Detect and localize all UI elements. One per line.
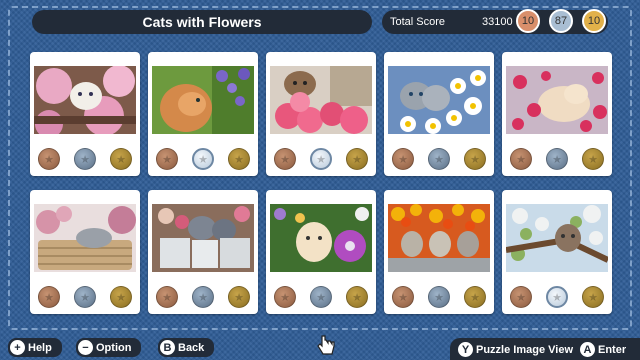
puzzle-card-7[interactable]: ★ ★ ★	[148, 190, 258, 314]
bronze-medal-count: 10	[516, 9, 540, 33]
gold-medal-count: 10	[582, 9, 606, 33]
bronze-medal-icon: ★	[392, 148, 414, 170]
minus-button-icon: −	[78, 340, 93, 355]
option-button[interactable]: − Option	[76, 338, 142, 357]
puzzle-image-1	[34, 66, 136, 134]
puzzle-card-10[interactable]: ★ ★ ★	[502, 190, 612, 314]
gold-medal-icon: ★	[582, 286, 604, 308]
a-button-icon: A	[580, 342, 595, 357]
puzzle-card-2[interactable]: ★ ★ ★	[148, 52, 258, 176]
bronze-medal-icon: ★	[38, 286, 60, 308]
back-label: Back	[178, 341, 205, 354]
bronze-medal-icon: ★	[510, 286, 532, 308]
silver-medal-earned-icon: ★	[310, 148, 332, 170]
puzzle-image-2	[152, 66, 254, 134]
puzzle-card-5[interactable]: ★ ★ ★	[502, 52, 612, 176]
puzzle-image-7	[152, 204, 254, 272]
puzzle-card-4[interactable]: ★ ★ ★	[384, 52, 494, 176]
puzzle-card-3[interactable]: ★ ★ ★	[266, 52, 376, 176]
bronze-medal-icon: ★	[156, 148, 178, 170]
puzzle-card-9[interactable]: ★ ★ ★	[384, 190, 494, 314]
puzzle-image-5	[506, 66, 608, 134]
puzzle-image-3	[270, 66, 372, 134]
total-score-value: 33100	[482, 16, 513, 28]
bronze-medal-icon: ★	[274, 286, 296, 308]
hand-cursor-icon	[317, 335, 335, 355]
silver-medal-count: 87	[549, 9, 573, 33]
gold-medal-icon: ★	[110, 286, 132, 308]
gold-medal-icon: ★	[228, 286, 250, 308]
puzzle-image-4	[388, 66, 490, 134]
bronze-medal-icon: ★	[156, 286, 178, 308]
plus-button-icon: +	[10, 340, 25, 355]
option-label: Option	[96, 341, 132, 354]
bronze-medal-icon: ★	[392, 286, 414, 308]
puzzle-image-6	[34, 204, 136, 272]
puzzle-card-8[interactable]: ★ ★ ★	[266, 190, 376, 314]
bronze-medal-icon: ★	[510, 148, 532, 170]
silver-medal-icon: ★	[428, 286, 450, 308]
silver-medal-icon: ★	[546, 148, 568, 170]
page-title: Cats with Flowers	[32, 10, 372, 34]
help-label: Help	[28, 341, 52, 354]
puzzle-card-6[interactable]: ★ ★ ★	[30, 190, 140, 314]
silver-medal-earned-icon: ★	[192, 148, 214, 170]
puzzle-image-view-label: Puzzle Image View	[476, 343, 574, 356]
puzzle-image-view-button[interactable]: Y Puzzle Image View	[458, 342, 573, 357]
gold-medal-icon: ★	[582, 148, 604, 170]
silver-medal-icon: ★	[428, 148, 450, 170]
total-score-label: Total Score	[390, 16, 446, 28]
bronze-medal-icon: ★	[274, 148, 296, 170]
enter-label: Enter	[598, 343, 627, 356]
gold-medal-icon: ★	[110, 148, 132, 170]
silver-medal-icon: ★	[74, 148, 96, 170]
silver-medal-icon: ★	[192, 286, 214, 308]
silver-medal-icon: ★	[74, 286, 96, 308]
puzzle-image-9	[388, 204, 490, 272]
silver-medal-icon: ★	[310, 286, 332, 308]
total-score-panel: Total Score 33100 10 87 10	[382, 9, 608, 34]
puzzle-image-8	[270, 204, 372, 272]
gold-medal-icon: ★	[228, 148, 250, 170]
title-text: Cats with Flowers	[142, 14, 262, 30]
back-button[interactable]: B Back	[158, 338, 215, 357]
puzzle-card-1[interactable]: ★ ★ ★	[30, 52, 140, 176]
action-hints: Y Puzzle Image View A Enter	[450, 338, 640, 360]
gold-medal-icon: ★	[346, 286, 368, 308]
bronze-medal-icon: ★	[38, 148, 60, 170]
enter-button[interactable]: A Enter	[580, 342, 626, 357]
help-button[interactable]: + Help	[8, 338, 62, 357]
puzzle-image-10	[506, 204, 608, 272]
silver-medal-earned-icon: ★	[546, 286, 568, 308]
y-button-icon: Y	[458, 342, 473, 357]
b-button-icon: B	[160, 340, 175, 355]
gold-medal-icon: ★	[464, 286, 486, 308]
gold-medal-icon: ★	[346, 148, 368, 170]
gold-medal-icon: ★	[464, 148, 486, 170]
